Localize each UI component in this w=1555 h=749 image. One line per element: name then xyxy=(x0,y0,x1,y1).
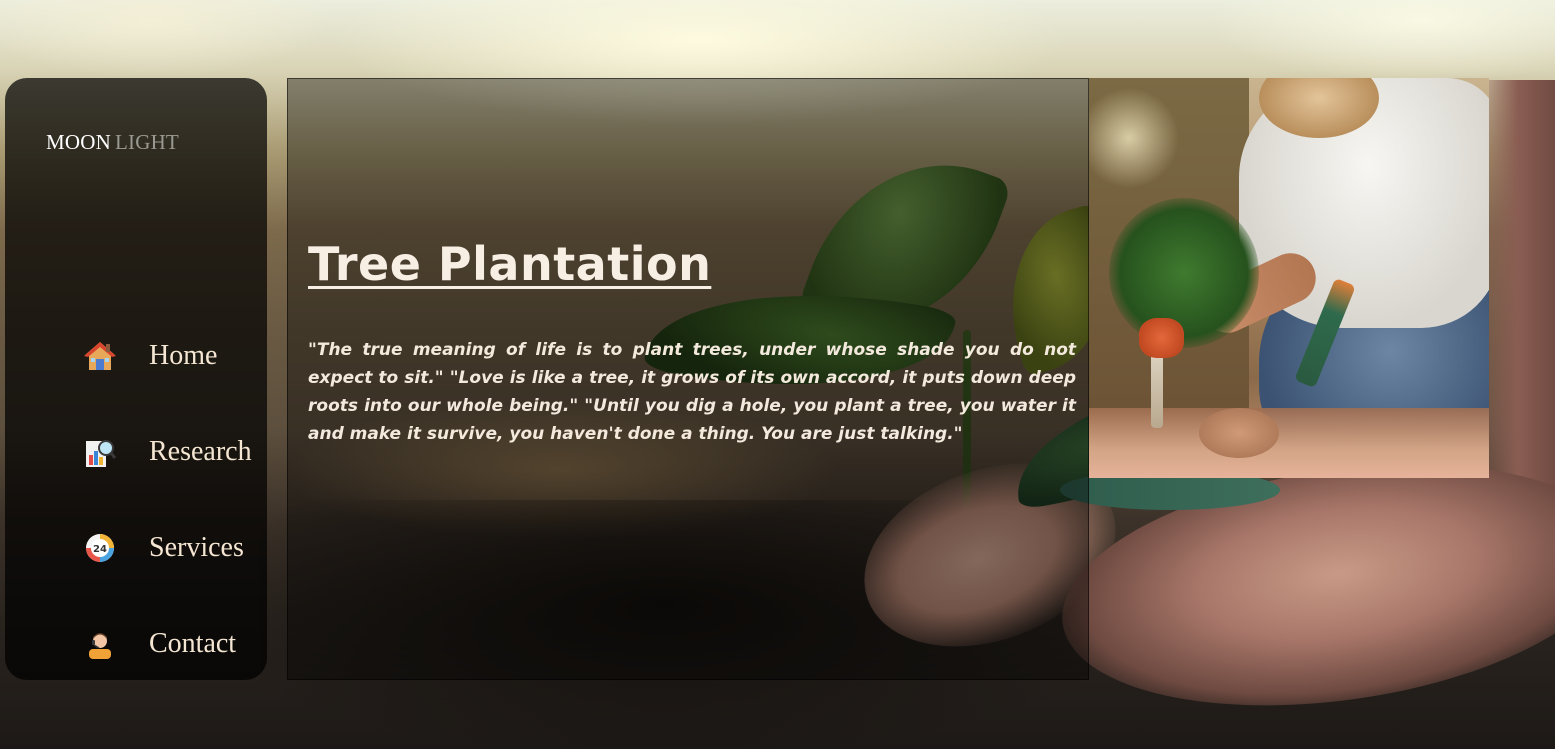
sidebar-item-home[interactable]: Home xyxy=(83,336,217,376)
photo-hand xyxy=(1199,408,1279,458)
sidebar-item-services[interactable]: 24 Services xyxy=(83,528,244,568)
24-hour-service-icon: 24 xyxy=(83,531,117,565)
house-icon xyxy=(83,339,117,373)
sidebar-item-label: Services xyxy=(149,532,244,563)
research-chart-icon xyxy=(83,435,117,469)
content-panel: Tree Plantation "The true meaning of lif… xyxy=(287,78,1089,680)
svg-text:24: 24 xyxy=(93,544,107,555)
brand-logo[interactable]: MOON LIGHT xyxy=(46,130,179,155)
brand-word-moon: MOON xyxy=(46,130,111,154)
contact-person-icon xyxy=(83,627,117,661)
photo-ground xyxy=(1089,408,1489,478)
sidebar: MOON LIGHT Home Research 24 Services Con… xyxy=(5,78,267,680)
quote-text: "The true meaning of life is to plant tr… xyxy=(308,340,1076,444)
sidebar-item-research[interactable]: Research xyxy=(83,432,252,472)
photo-sapling xyxy=(1109,198,1259,348)
photo-flower-pot xyxy=(1139,318,1184,358)
gardener-planting-image xyxy=(1089,78,1489,478)
brand-word-light: LIGHT xyxy=(114,130,179,154)
sidebar-item-label: Home xyxy=(149,340,218,371)
sidebar-item-label: Research xyxy=(149,436,252,467)
sidebar-item-label: Contact xyxy=(149,628,237,659)
page-title: Tree Plantation xyxy=(308,237,712,291)
sidebar-item-contact[interactable]: Contact xyxy=(83,624,236,664)
